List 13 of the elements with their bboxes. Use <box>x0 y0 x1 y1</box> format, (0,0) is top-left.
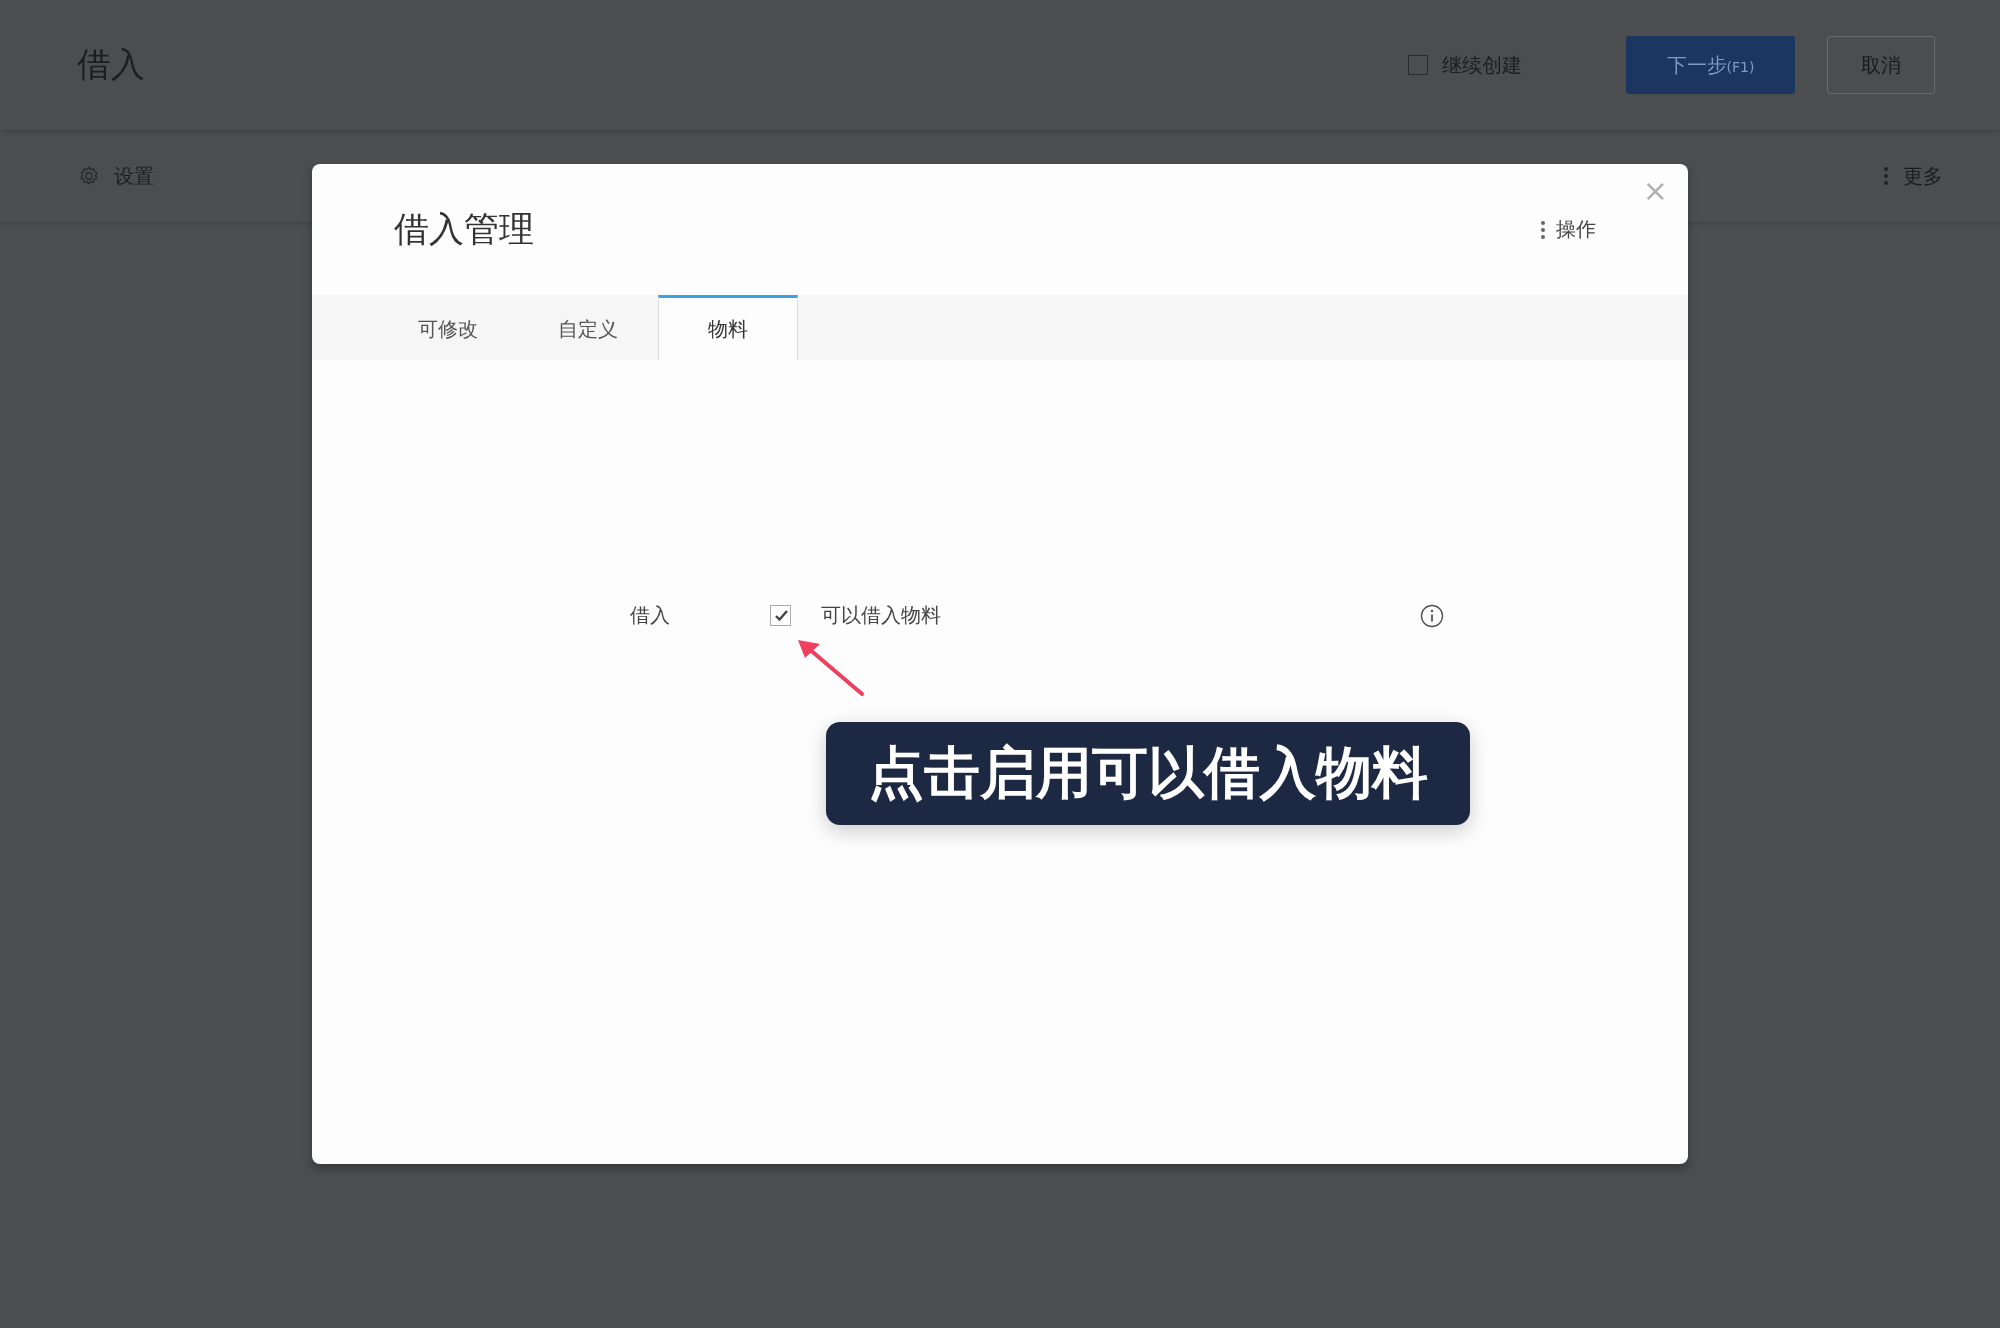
tab[interactable]: 自定义 <box>518 295 658 360</box>
tab[interactable]: 可修改 <box>378 295 518 360</box>
pointer-arrow <box>796 638 866 698</box>
info-icon[interactable] <box>1420 603 1444 628</box>
checkbox[interactable] <box>770 605 791 626</box>
field-label: 借入 <box>630 602 671 629</box>
actions-label[interactable]: 操作 <box>1556 216 1596 243</box>
tab[interactable]: 物料 <box>658 295 798 360</box>
dialog-title: 借入管理 <box>394 208 534 251</box>
next-step-button[interactable]: 下一步(F1) <box>1626 36 1795 94</box>
more-icon[interactable] <box>1540 219 1546 240</box>
checkbox-label: 可以借入物料 <box>821 602 942 629</box>
callout: 点击启用可以借入物料 <box>826 722 1470 825</box>
